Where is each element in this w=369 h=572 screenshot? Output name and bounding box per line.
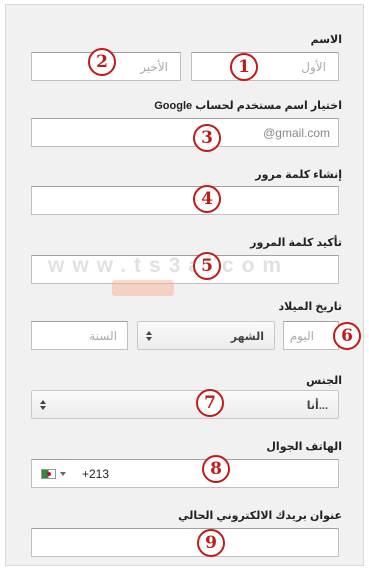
day-placeholder: اليوم [289, 329, 314, 343]
marker-3: 3 [193, 124, 221, 152]
gender-select[interactable]: أنا... [31, 390, 339, 419]
current-email-label: عنوان بريدك الالكتروني الحالي [178, 510, 342, 522]
marker-2: 2 [88, 48, 116, 76]
marker-4: 4 [193, 185, 221, 213]
last-name-placeholder: الأخير [140, 60, 168, 74]
phone-code: +213 [82, 467, 110, 481]
updown-arrows-icon [40, 400, 46, 410]
updown-arrows-icon [146, 331, 152, 341]
first-name-placeholder: الأول [301, 60, 326, 74]
country-flag-icon[interactable] [41, 469, 56, 479]
month-value: الشهر [230, 331, 264, 343]
first-name-field[interactable]: الأول [191, 52, 339, 81]
marker-8: 8 [202, 455, 230, 483]
year-field[interactable]: السنة [31, 321, 128, 350]
marker-5: 5 [193, 252, 221, 280]
current-email-field[interactable] [31, 528, 339, 557]
year-placeholder: السنة [89, 329, 117, 343]
gmail-suffix: @gmail.com [263, 126, 330, 140]
watermark-logo [112, 280, 174, 296]
marker-1: 1 [230, 53, 258, 81]
chevron-down-icon[interactable] [60, 472, 66, 476]
phone-field[interactable]: +213 [31, 459, 339, 488]
password-label: إنشاء كلمة مرور [255, 169, 342, 181]
confirm-password-label: تأكيد كلمة المرور [250, 237, 342, 249]
gender-value: أنا... [306, 400, 328, 412]
birthday-label: تاريخ الميلاد [278, 301, 342, 313]
username-field[interactable]: @gmail.com [31, 118, 339, 147]
gender-label: الجنس [306, 375, 342, 387]
day-field[interactable]: اليوم [283, 321, 339, 350]
phone-label: الهاتف الجوال [266, 441, 342, 453]
name-label: الاسم [310, 34, 342, 46]
marker-6: 6 [333, 322, 361, 350]
username-label: اختيار اسم مستخدم لحساب Google [154, 100, 342, 112]
marker-7: 7 [196, 389, 224, 417]
marker-9: 9 [197, 529, 225, 557]
password-field[interactable] [31, 186, 339, 215]
watermark: www.ts3a.com [48, 254, 290, 277]
month-select[interactable]: الشهر [137, 321, 275, 350]
